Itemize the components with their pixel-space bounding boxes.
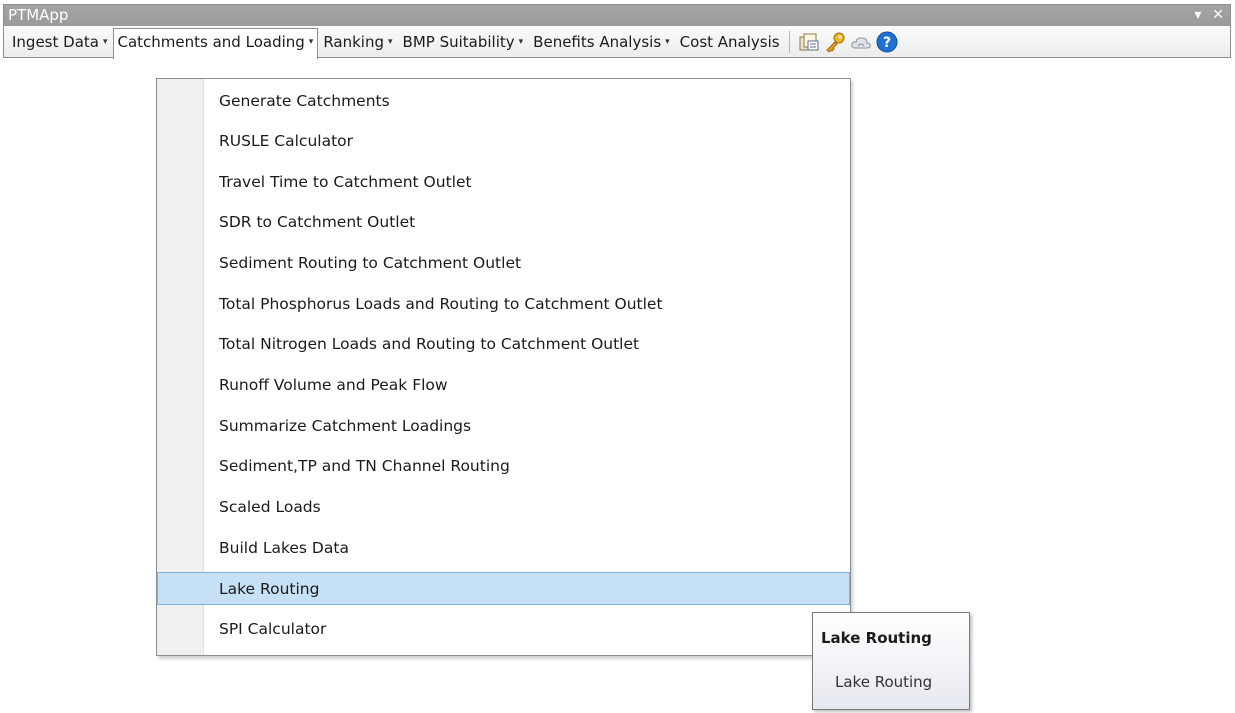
- menu-item-label: Sediment Routing to Catchment Outlet: [219, 253, 522, 272]
- menu-item-label: Total Nitrogen Loads and Routing to Catc…: [219, 334, 640, 353]
- menu-item-sediment-routing[interactable]: Sediment Routing to Catchment Outlet: [157, 246, 850, 279]
- svg-text:?: ?: [883, 35, 891, 51]
- chevron-down-icon: ▾: [308, 37, 314, 47]
- menu-item-label: Sediment,TP and TN Channel Routing: [219, 456, 510, 475]
- menu-item-runoff-volume[interactable]: Runoff Volume and Peak Flow: [157, 368, 850, 401]
- menu-item-label: SPI Calculator: [219, 619, 327, 638]
- menu-item-spi-calculator[interactable]: SPI Calculator: [157, 612, 850, 645]
- menu-label: Ranking: [323, 32, 384, 51]
- menu-item-summarize-loadings[interactable]: Summarize Catchment Loadings: [157, 409, 850, 442]
- toolbar-options-icon[interactable]: ▾: [1194, 7, 1201, 23]
- chevron-down-icon: ▾: [102, 36, 108, 47]
- menu-label: Benefits Analysis: [533, 32, 662, 51]
- tooltip-body: Lake Routing: [835, 673, 933, 691]
- documents-icon[interactable]: [797, 30, 821, 54]
- cloud-icon[interactable]: [849, 30, 873, 54]
- menu-item-label: Summarize Catchment Loadings: [219, 416, 472, 435]
- menu-item-label: Lake Routing: [219, 579, 320, 598]
- menu-item-label: Runoff Volume and Peak Flow: [219, 375, 448, 394]
- menu-ingest-data[interactable]: Ingest Data ▾: [7, 28, 113, 55]
- menu-item-sdr-to-outlet[interactable]: SDR to Catchment Outlet: [157, 205, 850, 238]
- menu-bar: Ingest Data ▾ Catchments and Loading ▾ Ran…: [4, 26, 1230, 59]
- menu-item-label: Generate Catchments: [219, 91, 390, 110]
- menu-item-build-lakes-data[interactable]: Build Lakes Data: [157, 531, 850, 564]
- menu-item-label: Scaled Loads: [219, 497, 321, 516]
- menu-label: Catchments and Loading: [117, 33, 305, 51]
- menu-cost-analysis[interactable]: Cost Analysis: [675, 28, 785, 55]
- chevron-down-icon: ▾: [388, 36, 393, 47]
- menu-item-label: Build Lakes Data: [219, 538, 349, 557]
- catchments-dropdown-menu: Generate Catchments RUSLE Calculator Tra…: [156, 78, 851, 656]
- menu-item-total-nitrogen[interactable]: Total Nitrogen Loads and Routing to Catc…: [157, 327, 850, 360]
- toolbar-separator: [788, 30, 790, 53]
- key-icon[interactable]: [823, 30, 847, 54]
- menu-bmp-suitability[interactable]: BMP Suitability ▾: [398, 28, 529, 55]
- toolbar-title: PTMApp: [8, 6, 69, 24]
- chevron-down-icon: ▾: [518, 36, 524, 47]
- menu-item-generate-catchments[interactable]: Generate Catchments: [157, 84, 850, 117]
- menu-item-rusle-calculator[interactable]: RUSLE Calculator: [157, 124, 850, 157]
- ptmapp-toolbar: PTMApp ▾ ✕ Ingest Data ▾ Catchments and L…: [3, 4, 1231, 59]
- menu-item-lake-routing[interactable]: Lake Routing: [157, 572, 850, 605]
- menu-benefits-analysis[interactable]: Benefits Analysis ▾: [528, 28, 675, 55]
- chevron-down-icon: ▾: [665, 36, 670, 47]
- menu-item-total-phosphorus[interactable]: Total Phosphorus Loads and Routing to Ca…: [157, 287, 850, 320]
- lake-routing-tooltip: Lake Routing Lake Routing: [812, 612, 970, 710]
- close-icon[interactable]: ✕: [1212, 7, 1224, 23]
- menu-label: BMP Suitability: [402, 32, 515, 51]
- menu-item-label: Travel Time to Catchment Outlet: [219, 172, 472, 191]
- menu-item-label: Total Phosphorus Loads and Routing to Ca…: [219, 294, 663, 313]
- menu-item-travel-time[interactable]: Travel Time to Catchment Outlet: [157, 165, 850, 198]
- menu-item-scaled-loads[interactable]: Scaled Loads: [157, 490, 850, 523]
- menu-item-channel-routing[interactable]: Sediment,TP and TN Channel Routing: [157, 449, 850, 482]
- menu-catchments-and-loading[interactable]: Catchments and Loading ▾: [112, 28, 319, 59]
- toolbar-titlebar[interactable]: PTMApp ▾ ✕: [4, 5, 1230, 26]
- menu-label: Cost Analysis: [679, 32, 780, 51]
- help-icon[interactable]: ?: [875, 30, 899, 54]
- menu-item-label: RUSLE Calculator: [219, 131, 354, 150]
- menu-label: Ingest Data: [12, 32, 99, 51]
- menu-item-label: SDR to Catchment Outlet: [219, 212, 416, 231]
- menu-ranking[interactable]: Ranking ▾: [318, 28, 397, 55]
- tooltip-title: Lake Routing: [821, 629, 932, 647]
